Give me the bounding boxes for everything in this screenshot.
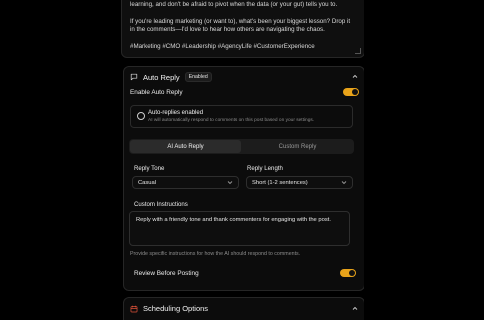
review-before-posting-toggle[interactable]: [340, 269, 356, 277]
auto-reply-header[interactable]: Auto Reply Enabled: [130, 72, 212, 82]
auto-reply-title: Auto Reply: [143, 72, 180, 82]
custom-instructions-label: Custom Instructions: [134, 201, 188, 208]
info-subtitle: AI will automatically respond to comment…: [148, 118, 315, 123]
toggle-knob: [349, 270, 355, 276]
auto-reply-card: Auto Reply Enabled Enable Auto Reply Aut…: [123, 66, 364, 291]
post-text: learning, and don't be afraid to pivot w…: [130, 1, 356, 59]
chevron-down-icon: [227, 180, 233, 187]
calendar-icon: [130, 305, 138, 313]
toggle-knob: [352, 89, 358, 95]
enable-auto-reply-toggle[interactable]: [343, 88, 359, 96]
resize-handle[interactable]: [355, 48, 361, 54]
enable-auto-reply-label: Enable Auto Reply: [130, 89, 183, 96]
status-radio-icon: [137, 112, 145, 120]
scheduling-options-card[interactable]: Scheduling Options: [123, 297, 364, 320]
chevron-down-icon: [341, 180, 347, 187]
auto-reply-status-box: Auto-replies enabled AI will automatical…: [130, 105, 353, 128]
reply-length-label: Reply Length: [247, 165, 283, 172]
info-title: Auto-replies enabled: [148, 110, 204, 116]
custom-instructions-input[interactable]: Reply with a friendly tone and thank com…: [129, 211, 350, 246]
reply-tone-select[interactable]: Casual: [132, 176, 239, 189]
post-hashtags: #Marketing #CMO #Leadership #AgencyLife …: [130, 42, 315, 50]
message-square-icon: [130, 73, 138, 81]
status-badge: Enabled: [184, 72, 212, 82]
scheduling-header[interactable]: Scheduling Options: [130, 304, 208, 313]
chevron-up-icon[interactable]: [352, 74, 358, 79]
custom-instructions-hint: Provide specific instructions for how th…: [130, 251, 301, 257]
scheduling-title: Scheduling Options: [143, 304, 209, 313]
tab-ai-auto-reply[interactable]: AI Auto Reply: [130, 140, 241, 153]
reply-length-value: Short (1-2 sentences): [252, 179, 308, 186]
reply-length-select[interactable]: Short (1-2 sentences): [246, 176, 353, 189]
settings-panel: learning, and don't be afraid to pivot w…: [121, 0, 364, 320]
chevron-up-icon[interactable]: [352, 306, 358, 311]
reply-tone-value: Casual: [138, 179, 157, 186]
tab-custom-reply[interactable]: Custom Reply: [242, 140, 353, 153]
post-paragraph-1: learning, and don't be afraid to pivot w…: [130, 1, 338, 8]
post-content-textarea[interactable]: learning, and don't be afraid to pivot w…: [121, 0, 364, 58]
reply-mode-tabs: AI Auto Reply Custom Reply: [129, 139, 354, 154]
reply-tone-label: Reply Tone: [134, 165, 165, 172]
post-paragraph-2: If you're leading marketing (or want to)…: [130, 17, 351, 34]
review-before-posting-label: Review Before Posting: [134, 270, 199, 277]
